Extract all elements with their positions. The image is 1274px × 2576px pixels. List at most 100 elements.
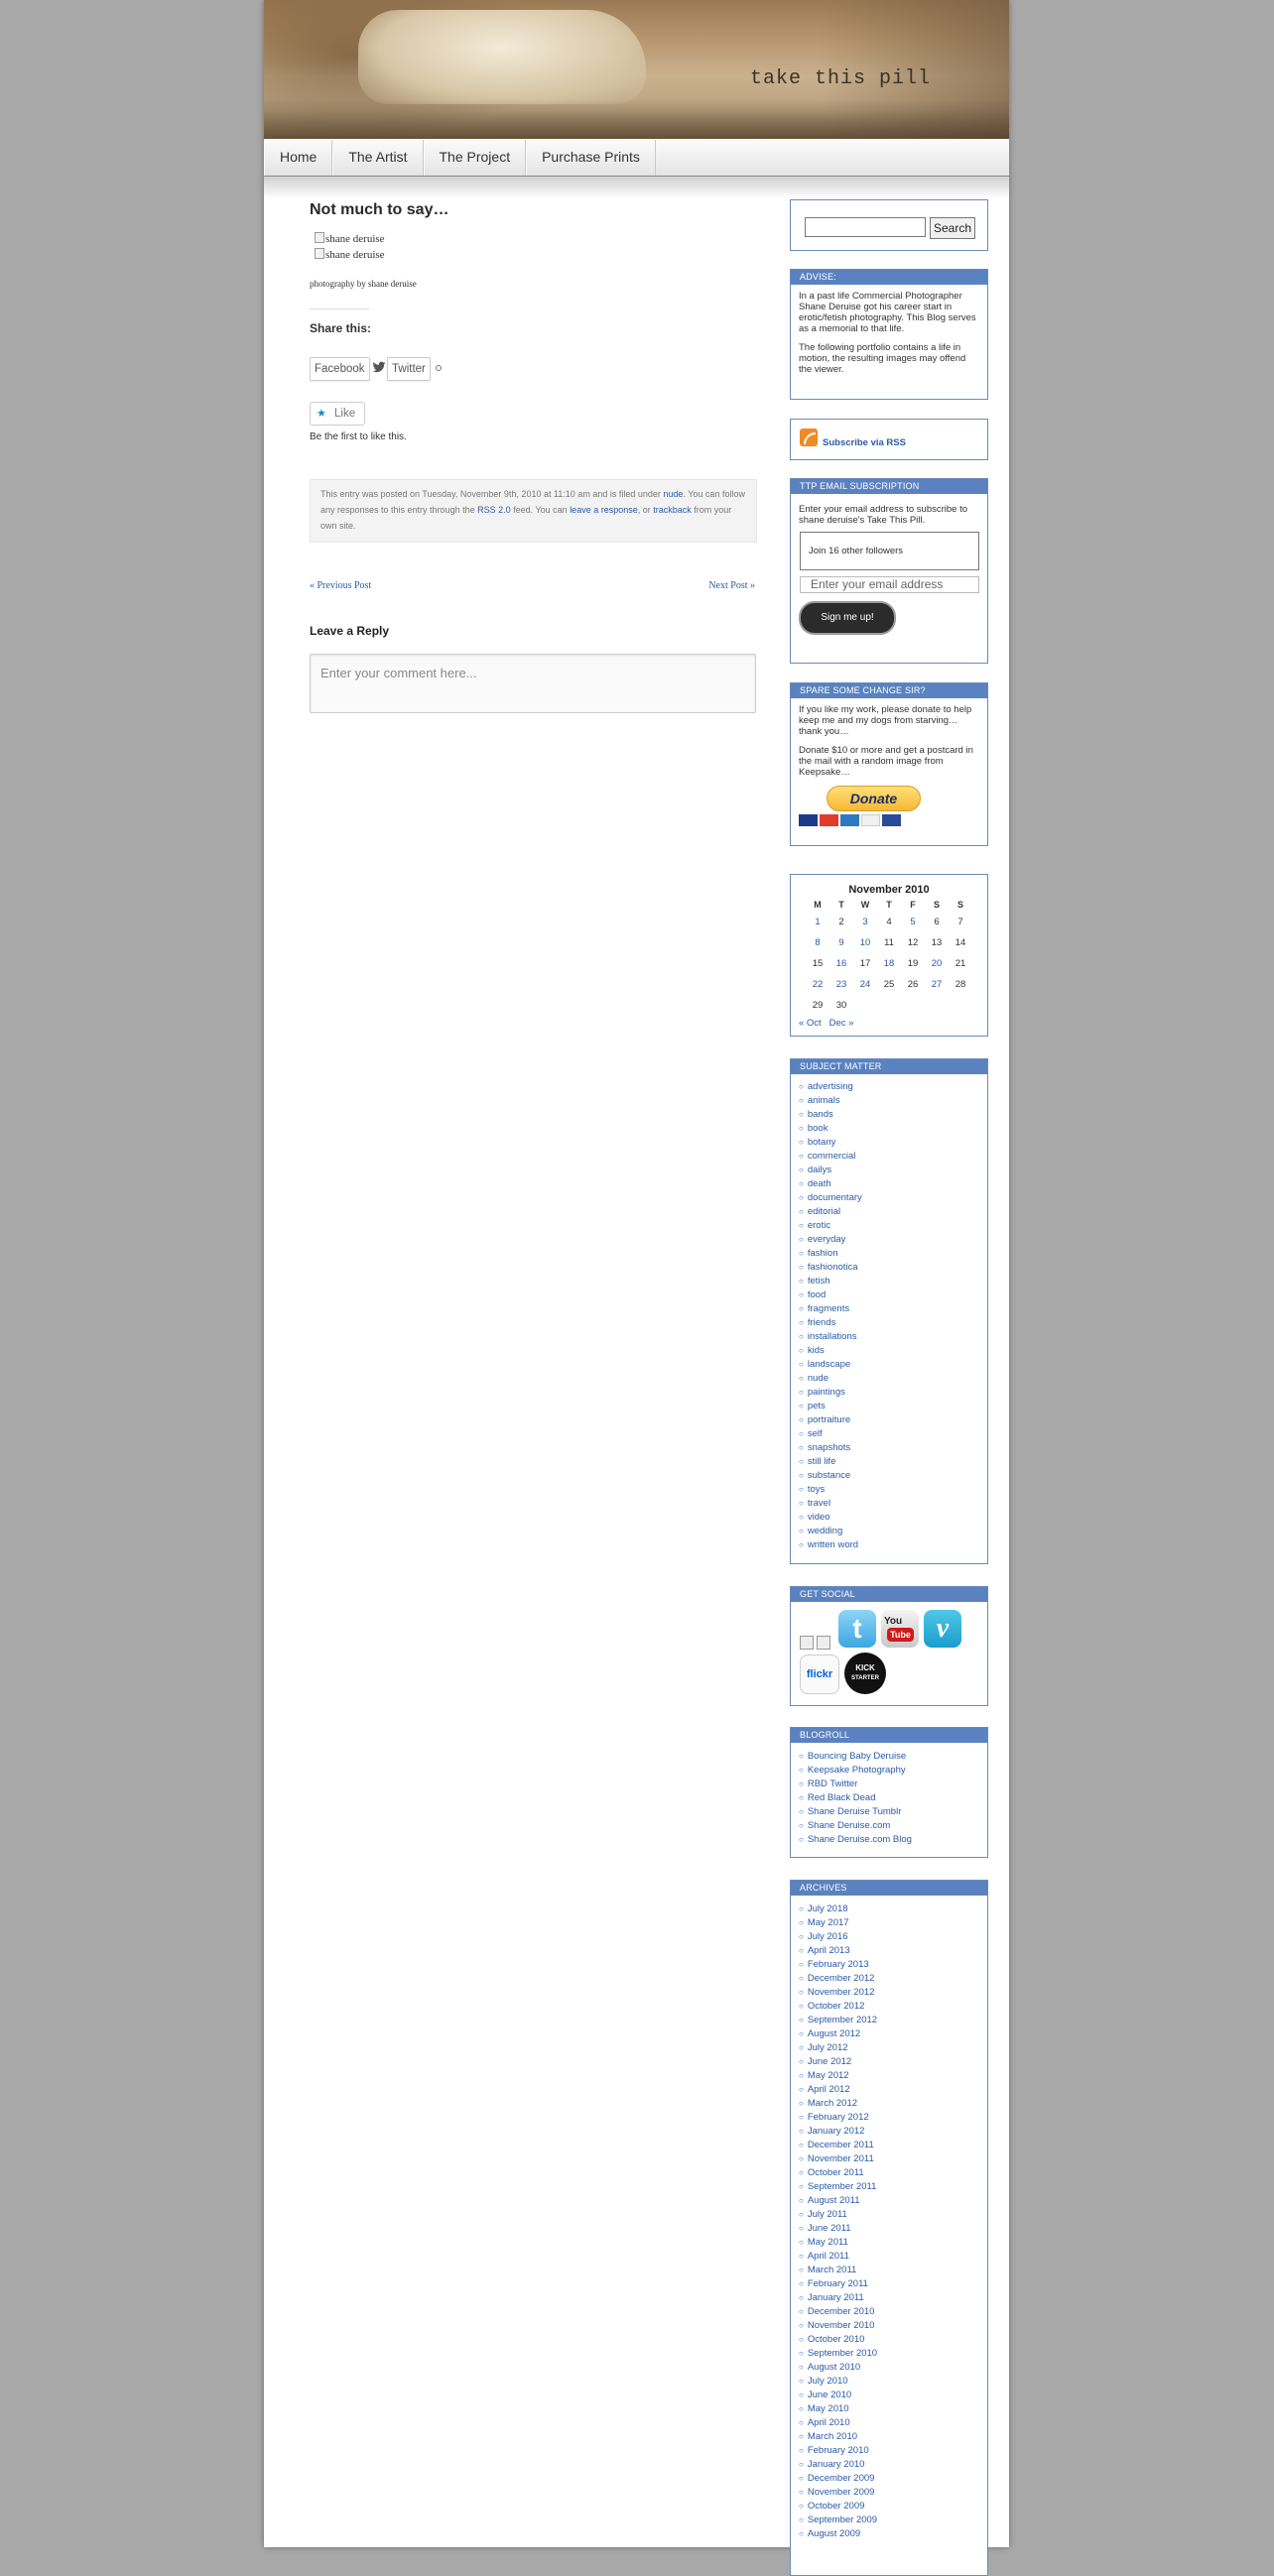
subject-item[interactable]: ○ bands [799, 1108, 979, 1122]
subject-item[interactable]: ○ advertising [799, 1080, 979, 1094]
archive-item[interactable]: ○ December 2010 [799, 2305, 979, 2319]
subject-item[interactable]: ○ fragments [799, 1302, 979, 1316]
archive-item[interactable]: ○ June 2010 [799, 2389, 979, 2402]
archive-item[interactable]: ○ April 2012 [799, 2083, 979, 2097]
archive-item[interactable]: ○ July 2012 [799, 2041, 979, 2055]
subject-item[interactable]: ○ toys [799, 1483, 979, 1497]
archive-item[interactable]: ○ December 2012 [799, 1972, 979, 1986]
archive-link[interactable]: July 2011 [808, 2209, 847, 2220]
archive-item[interactable]: ○ July 2011 [799, 2208, 979, 2222]
archive-link[interactable]: December 2011 [808, 2140, 874, 2150]
archive-item[interactable]: ○ October 2010 [799, 2333, 979, 2347]
subject-item[interactable]: ○ portraiture [799, 1413, 979, 1427]
subject-link[interactable]: self [808, 1428, 823, 1439]
subject-link[interactable]: botany [808, 1137, 836, 1148]
calendar-day-link[interactable]: 1 [815, 917, 820, 927]
calendar-day[interactable]: 27 [925, 974, 949, 995]
calendar-day[interactable]: 1 [806, 912, 829, 932]
calendar-day-link[interactable]: 20 [932, 958, 943, 969]
calendar-day[interactable]: 5 [901, 912, 925, 932]
subject-link[interactable]: snapshots [808, 1442, 850, 1453]
subject-link[interactable]: toys [808, 1484, 825, 1495]
blogroll-link[interactable]: RBD Twitter [808, 1779, 858, 1789]
archive-item[interactable]: ○ March 2011 [799, 2264, 979, 2277]
calendar-day-link[interactable]: 23 [836, 979, 847, 990]
archive-item[interactable]: ○ February 2013 [799, 1958, 979, 1972]
subject-item[interactable]: ○ written word [799, 1538, 979, 1552]
archive-item[interactable]: ○ October 2011 [799, 2166, 979, 2180]
subject-item[interactable]: ○ wedding [799, 1525, 979, 1538]
subject-link[interactable]: bands [808, 1109, 833, 1120]
archive-link[interactable]: May 2017 [808, 1917, 849, 1928]
archive-link[interactable]: January 2010 [808, 2459, 865, 2470]
archive-link[interactable]: March 2012 [808, 2098, 857, 2109]
twitter-icon[interactable]: t [838, 1610, 876, 1648]
archive-link[interactable]: November 2010 [808, 2320, 875, 2331]
subject-link[interactable]: book [808, 1123, 828, 1134]
calendar-day[interactable]: 22 [806, 974, 829, 995]
archive-link[interactable]: July 2012 [808, 2042, 848, 2053]
subject-item[interactable]: ○ fetish [799, 1275, 979, 1288]
archive-link[interactable]: May 2011 [808, 2237, 848, 2248]
subject-link[interactable]: still life [808, 1456, 836, 1467]
archive-item[interactable]: ○ February 2011 [799, 2277, 979, 2291]
nav-the-project[interactable]: The Project [423, 140, 527, 176]
subject-link[interactable]: erotic [808, 1220, 830, 1231]
archive-item[interactable]: ○ May 2011 [799, 2236, 979, 2250]
subject-link[interactable]: fashionotica [808, 1262, 858, 1273]
subject-item[interactable]: ○ food [799, 1288, 979, 1302]
subject-item[interactable]: ○ installations [799, 1330, 979, 1344]
archive-item[interactable]: ○ June 2012 [799, 2055, 979, 2069]
calendar-day[interactable]: 23 [829, 974, 853, 995]
subject-item[interactable]: ○ nude [799, 1372, 979, 1386]
subject-item[interactable]: ○ book [799, 1122, 979, 1136]
calendar-prev-link[interactable]: « Oct [799, 1018, 822, 1029]
subject-link[interactable]: dailys [808, 1165, 831, 1175]
rss-icon[interactable] [800, 429, 818, 446]
archive-item[interactable]: ○ May 2010 [799, 2402, 979, 2416]
calendar-day[interactable]: 3 [853, 912, 877, 932]
leave-response-link[interactable]: leave a response [570, 505, 638, 515]
calendar-day-link[interactable]: 22 [813, 979, 824, 990]
archive-item[interactable]: ○ September 2012 [799, 2014, 979, 2027]
archive-item[interactable]: ○ December 2009 [799, 2472, 979, 2486]
subject-item[interactable]: ○ friends [799, 1316, 979, 1330]
archive-link[interactable]: October 2011 [808, 2167, 864, 2178]
archive-item[interactable]: ○ August 2010 [799, 2361, 979, 2375]
trackback-link[interactable]: trackback [653, 505, 692, 515]
search-input[interactable] [805, 217, 926, 237]
comment-textarea[interactable]: Enter your comment here... [310, 654, 756, 713]
category-link[interactable]: nude [663, 489, 683, 499]
subject-item[interactable]: ○ dailys [799, 1164, 979, 1177]
nav-the-artist[interactable]: The Artist [332, 140, 424, 176]
subject-link[interactable]: video [808, 1512, 830, 1523]
calendar-day-link[interactable]: 24 [860, 979, 871, 990]
calendar-day[interactable]: 20 [925, 953, 949, 974]
calendar-day-link[interactable]: 16 [836, 958, 847, 969]
subject-link[interactable]: fragments [808, 1303, 849, 1314]
archive-item[interactable]: ○ March 2010 [799, 2430, 979, 2444]
blogroll-link[interactable]: Shane Deruise.com Blog [808, 1834, 912, 1845]
subject-item[interactable]: ○ fashionotica [799, 1261, 979, 1275]
archive-link[interactable]: June 2012 [808, 2056, 851, 2067]
archive-item[interactable]: ○ July 2010 [799, 2375, 979, 2389]
subject-item[interactable]: ○ travel [799, 1497, 979, 1511]
subject-link[interactable]: death [808, 1178, 831, 1189]
archive-item[interactable]: ○ May 2012 [799, 2069, 979, 2083]
search-button[interactable]: Search [930, 217, 976, 239]
subject-item[interactable]: ○ video [799, 1511, 979, 1525]
archive-link[interactable]: March 2011 [808, 2265, 856, 2275]
broken-image-icon[interactable] [800, 1636, 814, 1650]
archive-item[interactable]: ○ November 2011 [799, 2152, 979, 2166]
archive-item[interactable]: ○ April 2010 [799, 2416, 979, 2430]
archive-link[interactable]: February 2011 [808, 2278, 868, 2289]
sign-me-up-button[interactable]: Sign me up! [799, 601, 896, 635]
archive-link[interactable]: November 2009 [808, 2487, 875, 2498]
blogroll-item[interactable]: ○ Shane Deruise.com [799, 1819, 979, 1833]
archive-item[interactable]: ○ August 2012 [799, 2027, 979, 2041]
archive-link[interactable]: February 2010 [808, 2445, 869, 2456]
subject-item[interactable]: ○ everyday [799, 1233, 979, 1247]
subject-link[interactable]: editorial [808, 1206, 840, 1217]
blogroll-item[interactable]: ○ Shane Deruise.com Blog [799, 1833, 979, 1847]
subject-item[interactable]: ○ documentary [799, 1191, 979, 1205]
